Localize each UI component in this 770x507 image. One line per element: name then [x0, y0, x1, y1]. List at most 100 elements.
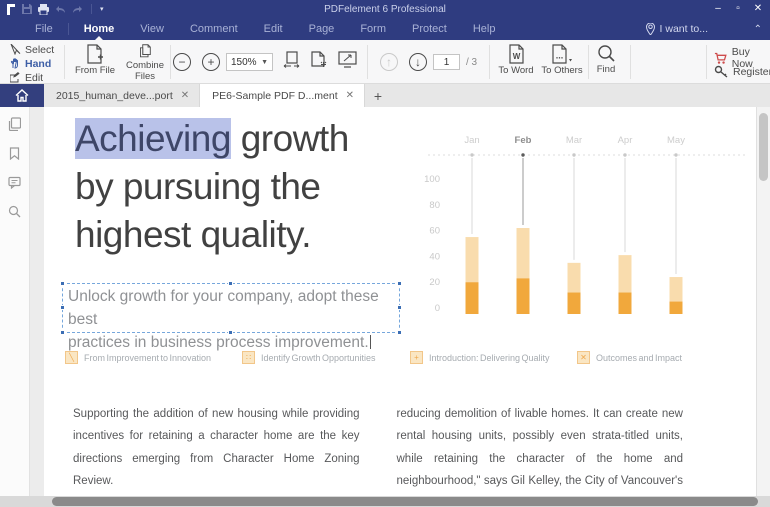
svg-text:Apr: Apr: [618, 135, 633, 146]
i-want-to-button[interactable]: I want to...: [646, 18, 708, 40]
navigation-side-panel: [0, 107, 30, 507]
register-button[interactable]: Register: [714, 65, 770, 78]
search-icon: [597, 44, 615, 63]
tab-comment[interactable]: Comment: [177, 18, 251, 40]
save-icon[interactable]: [22, 4, 32, 14]
customize-toolbar-caret-icon[interactable]: ▾: [100, 5, 104, 13]
svg-text:...: ...: [556, 51, 564, 61]
main-area: Achieving growth by pursuing the highest…: [0, 107, 770, 507]
minimize-button[interactable]: –: [710, 1, 726, 17]
print-icon[interactable]: [38, 4, 49, 15]
vertical-scrollbar: [756, 107, 770, 497]
app-logo-icon: [6, 4, 16, 15]
toolbar-divider: [367, 45, 368, 79]
zoom-level-dropdown[interactable]: 150% ▼: [226, 53, 273, 71]
redo-icon[interactable]: [72, 5, 83, 14]
document-tab-bar: 2015_human_deve...port ✕ PE6-Sample PDF …: [0, 84, 770, 107]
edit-tool-button[interactable]: Edit: [10, 71, 54, 84]
svg-text:May: May: [667, 135, 685, 146]
feature-row: ╲ From Improvement to Innovation ∷ Ident…: [44, 351, 756, 369]
resize-handle[interactable]: [60, 281, 65, 286]
horizontal-scrollbar: [0, 496, 770, 507]
combine-files-icon: [136, 44, 154, 59]
resize-handle[interactable]: [228, 330, 233, 335]
resize-handle[interactable]: [397, 305, 402, 310]
page-number-input[interactable]: [433, 54, 460, 70]
zoom-in-button[interactable]: +: [202, 53, 220, 71]
page-thumbnails-icon[interactable]: [8, 117, 21, 131]
close-tab-icon[interactable]: ✕: [346, 90, 354, 101]
home-screen-button[interactable]: [0, 84, 44, 107]
svg-text:W: W: [512, 52, 520, 61]
text-cursor: [370, 335, 371, 349]
close-tab-icon[interactable]: ✕: [181, 90, 189, 101]
find-button[interactable]: Find: [590, 44, 622, 82]
next-page-button[interactable]: ↓: [409, 53, 427, 71]
diagonal-pattern-icon: ╲: [65, 351, 78, 364]
svg-text:Mar: Mar: [566, 135, 582, 146]
hand-icon: [10, 58, 21, 69]
tab-home[interactable]: Home: [71, 18, 128, 40]
from-file-button[interactable]: From File: [70, 44, 120, 82]
pdfelement-window: ▾ PDFelement 6 Professional – ▫ ✕ File H…: [0, 0, 770, 507]
tab-page[interactable]: Page: [296, 18, 348, 40]
tab-form[interactable]: Form: [347, 18, 399, 40]
undo-icon[interactable]: [55, 5, 66, 14]
tab-view[interactable]: View: [127, 18, 177, 40]
toolbar: Select Hand Edit From File Combine Files…: [0, 40, 770, 84]
select-cursor-icon: [10, 44, 21, 55]
vertical-scrollbar-thumb[interactable]: [759, 113, 768, 181]
svg-text:80: 80: [429, 200, 440, 211]
document-heading: Achieving growth by pursuing the highest…: [75, 115, 349, 259]
document-tab-2[interactable]: PE6-Sample PDF D...ment ✕: [200, 84, 365, 107]
resize-handle[interactable]: [60, 305, 65, 310]
combine-files-button[interactable]: Combine Files: [120, 44, 170, 82]
qat-divider: [91, 4, 92, 14]
document-tab-1[interactable]: 2015_human_deve...port ✕: [44, 84, 200, 107]
resize-handle[interactable]: [228, 281, 233, 286]
tab-edit[interactable]: Edit: [251, 18, 296, 40]
window-title: PDFelement 6 Professional: [0, 4, 770, 15]
svg-text:60: 60: [429, 226, 440, 237]
toolbar-divider: [588, 45, 589, 79]
svg-text:20: 20: [429, 277, 440, 288]
maximize-button[interactable]: ▫: [730, 1, 746, 17]
zoom-out-button[interactable]: −: [173, 53, 191, 71]
bookmarks-icon[interactable]: [9, 147, 20, 160]
quick-access-toolbar: ▾: [0, 4, 104, 15]
comments-panel-icon[interactable]: [8, 176, 21, 189]
page-count-label: / 3: [466, 57, 477, 68]
resize-handle[interactable]: [397, 281, 402, 286]
horizontal-scrollbar-thumb[interactable]: [52, 497, 758, 506]
pin-icon: [646, 23, 655, 35]
fit-width-icon: [283, 51, 301, 68]
search-panel-icon[interactable]: [8, 205, 21, 218]
paragraph: Supporting the addition of new housing w…: [73, 403, 360, 493]
select-tool-button[interactable]: Select: [10, 43, 54, 56]
svg-text:Feb: Feb: [515, 135, 532, 146]
key-icon: [714, 65, 728, 78]
body-column-left: Supporting the addition of new housing w…: [73, 403, 360, 507]
document-tab-label: PE6-Sample PDF D...ment: [212, 90, 337, 102]
tab-help[interactable]: Help: [460, 18, 509, 40]
toolbar-divider: [64, 45, 65, 79]
resize-handle[interactable]: [397, 330, 402, 335]
to-word-icon: W: [508, 44, 525, 64]
close-button[interactable]: ✕: [750, 1, 766, 17]
tab-file[interactable]: File: [22, 18, 66, 40]
selected-text-box[interactable]: Unlock growth for your company, adopt th…: [62, 283, 400, 333]
resize-handle[interactable]: [60, 330, 65, 335]
new-tab-button[interactable]: +: [365, 84, 391, 107]
feature-item: ✕ Outcomes and Impact: [577, 351, 682, 364]
feature-item: ∷ Identify Growth Opportunities: [242, 351, 376, 364]
fit-screen-icon: [338, 51, 357, 68]
to-others-button[interactable]: ... To Others: [538, 44, 586, 82]
tab-protect[interactable]: Protect: [399, 18, 460, 40]
hand-tool-button[interactable]: Hand: [10, 57, 54, 70]
previous-page-button[interactable]: ↑: [380, 53, 398, 71]
minus-icon: −: [178, 55, 185, 69]
svg-text:0: 0: [435, 303, 440, 314]
to-word-button[interactable]: W To Word: [494, 44, 538, 82]
ribbon-collapse-chevron-icon[interactable]: ⌃: [754, 18, 762, 40]
window-controls: – ▫ ✕: [710, 0, 766, 18]
